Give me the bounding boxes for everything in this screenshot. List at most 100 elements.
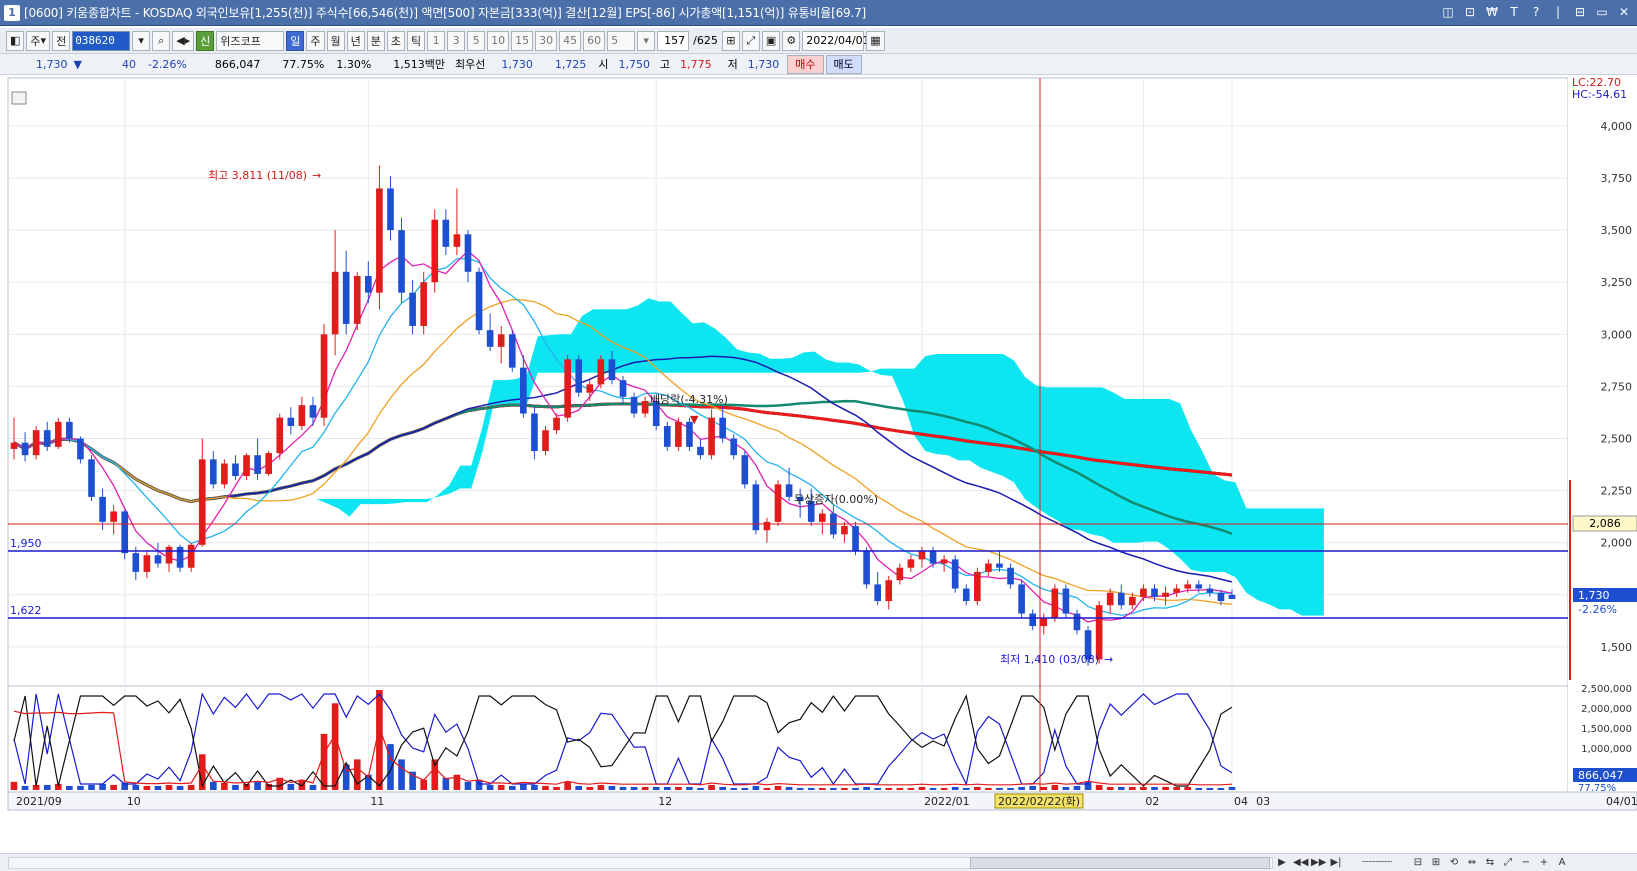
candle-body-86 bbox=[962, 588, 970, 602]
candle-body-70 bbox=[785, 484, 793, 497]
volume-bar-87 bbox=[974, 786, 981, 790]
save-icon[interactable]: ▣ bbox=[761, 30, 781, 51]
candle-body-30 bbox=[342, 271, 350, 324]
indicator-icon[interactable]: ⊞ bbox=[721, 30, 740, 51]
y-tick-3: 3,250 bbox=[1601, 276, 1633, 289]
date-input[interactable]: 2022/04/01 bbox=[802, 30, 870, 51]
candle-body-99 bbox=[1106, 592, 1114, 606]
minute-3-button[interactable]: 3 bbox=[447, 30, 466, 51]
minute-10-button[interactable]: 10 bbox=[487, 30, 510, 51]
minute-1-button[interactable]: 1 bbox=[427, 30, 446, 51]
close-icon[interactable]: ✕ bbox=[1617, 4, 1631, 20]
minute-45-button[interactable]: 45 bbox=[559, 30, 582, 51]
sound-icon[interactable]: ◀▸ bbox=[172, 30, 195, 51]
x-label-0: 2021/09 bbox=[16, 795, 62, 808]
volume-bar-51 bbox=[575, 785, 583, 790]
volume-bar-20 bbox=[232, 784, 239, 790]
candle-body-46 bbox=[520, 367, 527, 414]
window-number-icon[interactable]: 1 bbox=[4, 4, 20, 21]
red-level-tag-text: 2,086 bbox=[1589, 517, 1621, 530]
candle-body-23 bbox=[265, 453, 272, 474]
candle-body-80 bbox=[896, 567, 904, 581]
period-week-button[interactable]: 주 bbox=[306, 30, 325, 51]
candle-body-81 bbox=[907, 559, 915, 568]
period-day-button[interactable]: 일 bbox=[286, 30, 305, 51]
volume-bar-74 bbox=[830, 787, 837, 790]
volume-bar-89 bbox=[996, 787, 1003, 790]
compare-icon[interactable]: ⇆ bbox=[1483, 855, 1497, 870]
period-year-button[interactable]: 년 bbox=[346, 30, 365, 51]
reset-icon[interactable]: ⟲ bbox=[1447, 855, 1461, 870]
candle-body-66 bbox=[741, 455, 749, 485]
stock-name-field[interactable]: 위즈코프 bbox=[216, 30, 285, 51]
minimize-icon[interactable]: ⊟ bbox=[1573, 4, 1587, 20]
separator-icon: | bbox=[1555, 5, 1561, 19]
period-minute-button[interactable]: 분 bbox=[366, 30, 385, 51]
screen-icon[interactable]: ⊡ bbox=[1463, 4, 1477, 20]
help-icon[interactable]: ? bbox=[1529, 4, 1543, 20]
scroll-thumb[interactable] bbox=[970, 857, 1270, 869]
scroll-end-icon[interactable]: ▶| bbox=[1329, 855, 1343, 870]
fit-icon[interactable]: ⇔ bbox=[1465, 855, 1479, 870]
zoom-in-icon[interactable]: ⊞ bbox=[1429, 855, 1443, 870]
candle-body-77 bbox=[863, 551, 870, 585]
candle-body-50 bbox=[564, 359, 571, 418]
scroll-last-icon[interactable]: ▶▶ bbox=[1311, 855, 1326, 870]
chart-area[interactable]: 1,950 1,622 최고 3,811 (11/08) → 최저 1,410 … bbox=[0, 76, 1637, 852]
candle-body-14 bbox=[165, 546, 173, 564]
minute-30-button[interactable]: 30 bbox=[535, 30, 558, 51]
candle-body-55 bbox=[619, 380, 627, 397]
volume-bar-35 bbox=[398, 759, 405, 790]
period-tick-button[interactable]: 틱 bbox=[407, 30, 426, 51]
count-select[interactable]: 5 bbox=[607, 30, 636, 51]
candle-body-64 bbox=[719, 417, 726, 439]
zoom-slider-icon[interactable]: ┈┈┈┈┈ bbox=[1347, 855, 1407, 870]
view-count-input[interactable]: 157 bbox=[657, 30, 690, 51]
volume-bar-42 bbox=[475, 779, 483, 790]
candle-body-103 bbox=[1151, 588, 1158, 597]
scroll-first-icon[interactable]: ◀◀ bbox=[1293, 855, 1308, 870]
chart-menu-icon[interactable] bbox=[11, 91, 27, 105]
hc-label: HC:-54.61 bbox=[1572, 88, 1627, 101]
maximize-icon[interactable]: ▭ bbox=[1595, 4, 1609, 20]
scroll-right-icon[interactable]: ▶ bbox=[1275, 855, 1289, 870]
volume-bar-73 bbox=[818, 787, 826, 790]
candle-body-75 bbox=[841, 526, 848, 535]
count-dropdown-icon[interactable]: ▾ bbox=[637, 30, 656, 51]
minute-15-button[interactable]: 15 bbox=[511, 30, 534, 51]
volume-bar-88 bbox=[985, 787, 992, 790]
price-chart-svg[interactable]: 1,950 1,622 최고 3,811 (11/08) → 최저 1,410 … bbox=[0, 76, 1637, 852]
x-label-3: 12 bbox=[658, 795, 672, 808]
link-icon[interactable]: ◫ bbox=[1441, 4, 1455, 20]
candle-body-107 bbox=[1195, 584, 1203, 589]
font-icon[interactable]: A bbox=[1555, 855, 1569, 870]
sell-button[interactable]: 매도 bbox=[825, 54, 862, 74]
code-dropdown-icon[interactable]: ▾ bbox=[132, 30, 151, 51]
expand-icon[interactable]: ⤢ bbox=[1501, 855, 1515, 870]
stock-code-input[interactable] bbox=[72, 30, 131, 51]
price-tag-pct: -2.26% bbox=[1578, 603, 1617, 616]
draw-icon[interactable]: ⤢ bbox=[741, 30, 760, 51]
search-icon[interactable]: ⌕ bbox=[152, 30, 171, 51]
minute-60-button[interactable]: 60 bbox=[583, 30, 606, 51]
candle-body-76 bbox=[852, 526, 859, 552]
minus-icon[interactable]: − bbox=[1519, 855, 1533, 870]
chart-scrollbar[interactable]: ▶ ◀◀ ▶▶ ▶| ┈┈┈┈┈ ⊟ ⊞ ⟲ ⇔ ⇆ ⤢ − + A bbox=[0, 853, 1637, 871]
calendar-icon[interactable]: ▦ bbox=[866, 30, 885, 51]
level-label-1622: 1,622 bbox=[10, 604, 42, 617]
settings-icon[interactable]: ⚙ bbox=[782, 30, 801, 51]
price-change: 40 bbox=[121, 57, 136, 71]
buy-button[interactable]: 매수 bbox=[787, 54, 824, 74]
plus-icon[interactable]: + bbox=[1537, 855, 1551, 870]
period-month-button[interactable]: 월 bbox=[326, 30, 345, 51]
candle-body-4 bbox=[54, 421, 62, 447]
minute-5-button[interactable]: 5 bbox=[467, 30, 486, 51]
period-select[interactable]: 주 ▾ bbox=[26, 30, 51, 51]
period-second-button[interactable]: 초 bbox=[386, 30, 406, 51]
zoom-out-icon[interactable]: ⊟ bbox=[1411, 855, 1425, 870]
won-icon[interactable]: ₩ bbox=[1485, 4, 1499, 20]
volume-bar-23 bbox=[265, 783, 272, 790]
text-icon[interactable]: T bbox=[1507, 4, 1521, 20]
layout-icon[interactable]: ◧ bbox=[6, 30, 25, 51]
prev-button[interactable]: 전 bbox=[52, 30, 71, 51]
